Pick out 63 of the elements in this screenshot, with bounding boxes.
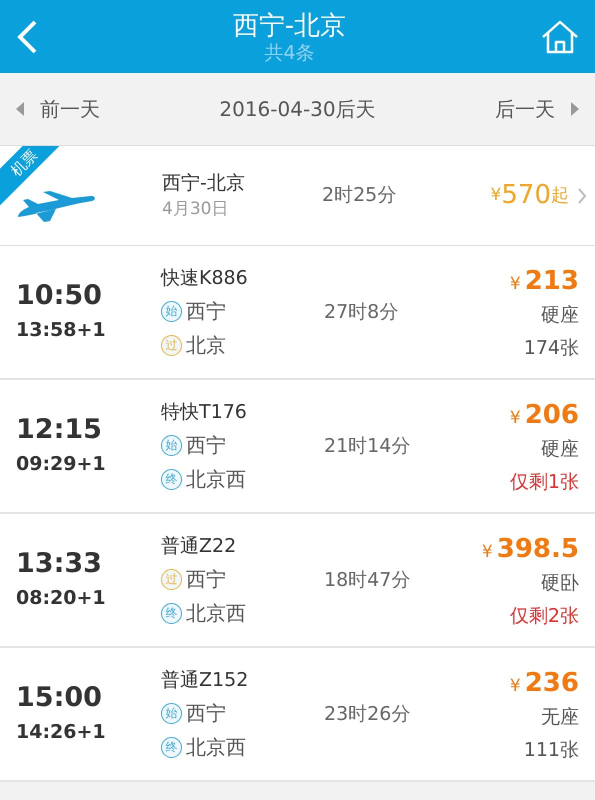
station-type-badge: 过 xyxy=(161,334,182,356)
seat-type: 硬座 xyxy=(540,303,579,328)
station-type-badge: 始 xyxy=(161,434,182,456)
back-icon[interactable] xyxy=(16,18,38,54)
price-suffix: 起 xyxy=(551,184,569,208)
arrival-time: 13:58+1 xyxy=(16,318,107,343)
travel-duration: 18时47分 xyxy=(324,568,410,593)
flight-route: 西宁-北京 xyxy=(162,170,246,196)
currency-symbol: ¥ xyxy=(510,407,521,430)
train-number: 普通Z152 xyxy=(161,668,250,693)
station-name: 西宁 xyxy=(186,432,226,460)
train-number: 普通Z22 xyxy=(161,534,238,559)
departure-time: 13:33 xyxy=(16,548,103,580)
result-count: 共4条 xyxy=(263,42,316,64)
station-type-badge: 终 xyxy=(161,468,182,490)
currency-symbol: ¥ xyxy=(490,184,502,207)
train-number: 特快T176 xyxy=(161,400,248,425)
travel-duration: 23时26分 xyxy=(324,702,410,727)
seat-type: 无座 xyxy=(540,705,579,730)
station-name: 北京 xyxy=(186,332,226,360)
travel-duration: 27时8分 xyxy=(324,300,398,325)
ticket-price: 213 xyxy=(524,265,579,298)
station-name: 西宁 xyxy=(186,566,226,594)
currency-symbol: ¥ xyxy=(510,273,521,296)
currency-symbol: ¥ xyxy=(510,675,521,698)
page-title: 西宁-北京 xyxy=(232,10,346,42)
currency-symbol: ¥ xyxy=(482,541,493,564)
ticket-price: 398.5 xyxy=(496,533,579,566)
tickets-remaining: 111张 xyxy=(522,738,579,762)
station-name: 西宁 xyxy=(186,700,226,728)
station-type-badge: 终 xyxy=(161,602,182,624)
station-type-badge: 终 xyxy=(161,736,182,758)
departure-time: 12:15 xyxy=(16,414,103,446)
chevron-right-icon[interactable] xyxy=(577,186,587,204)
right-arrow-icon xyxy=(570,102,579,116)
home-icon[interactable] xyxy=(540,20,579,54)
station-type-badge: 过 xyxy=(161,568,182,590)
station-name: 北京西 xyxy=(186,734,246,762)
left-arrow-icon xyxy=(16,102,24,116)
ticket-price: 236 xyxy=(524,667,579,700)
station-type-badge: 始 xyxy=(161,300,182,322)
tickets-remaining: 仅剩2张 xyxy=(508,604,579,628)
train-number: 快速K886 xyxy=(161,266,249,291)
ticket-price: 206 xyxy=(524,399,579,432)
seat-type: 硬座 xyxy=(540,437,579,462)
flight-price: 570 xyxy=(501,179,551,212)
arrival-time: 08:20+1 xyxy=(16,586,107,611)
flight-duration: 2时25分 xyxy=(322,183,398,208)
current-date: 2016-04-30后天 xyxy=(219,96,376,123)
departure-time: 10:50 xyxy=(16,280,103,312)
tickets-remaining: 仅剩1张 xyxy=(510,470,579,494)
arrival-time: 14:26+1 xyxy=(16,720,107,745)
arrival-time: 09:29+1 xyxy=(16,452,107,477)
airplane-icon xyxy=(16,190,96,224)
flight-date: 4月30日 xyxy=(162,198,230,221)
departure-time: 15:00 xyxy=(16,682,103,714)
station-name: 西宁 xyxy=(186,298,226,326)
travel-duration: 21时14分 xyxy=(324,434,410,459)
station-name: 北京西 xyxy=(186,466,246,494)
seat-type: 硬卧 xyxy=(540,571,579,596)
tickets-remaining: 174张 xyxy=(522,336,579,360)
station-name: 北京西 xyxy=(186,600,246,628)
station-type-badge: 始 xyxy=(161,702,182,724)
